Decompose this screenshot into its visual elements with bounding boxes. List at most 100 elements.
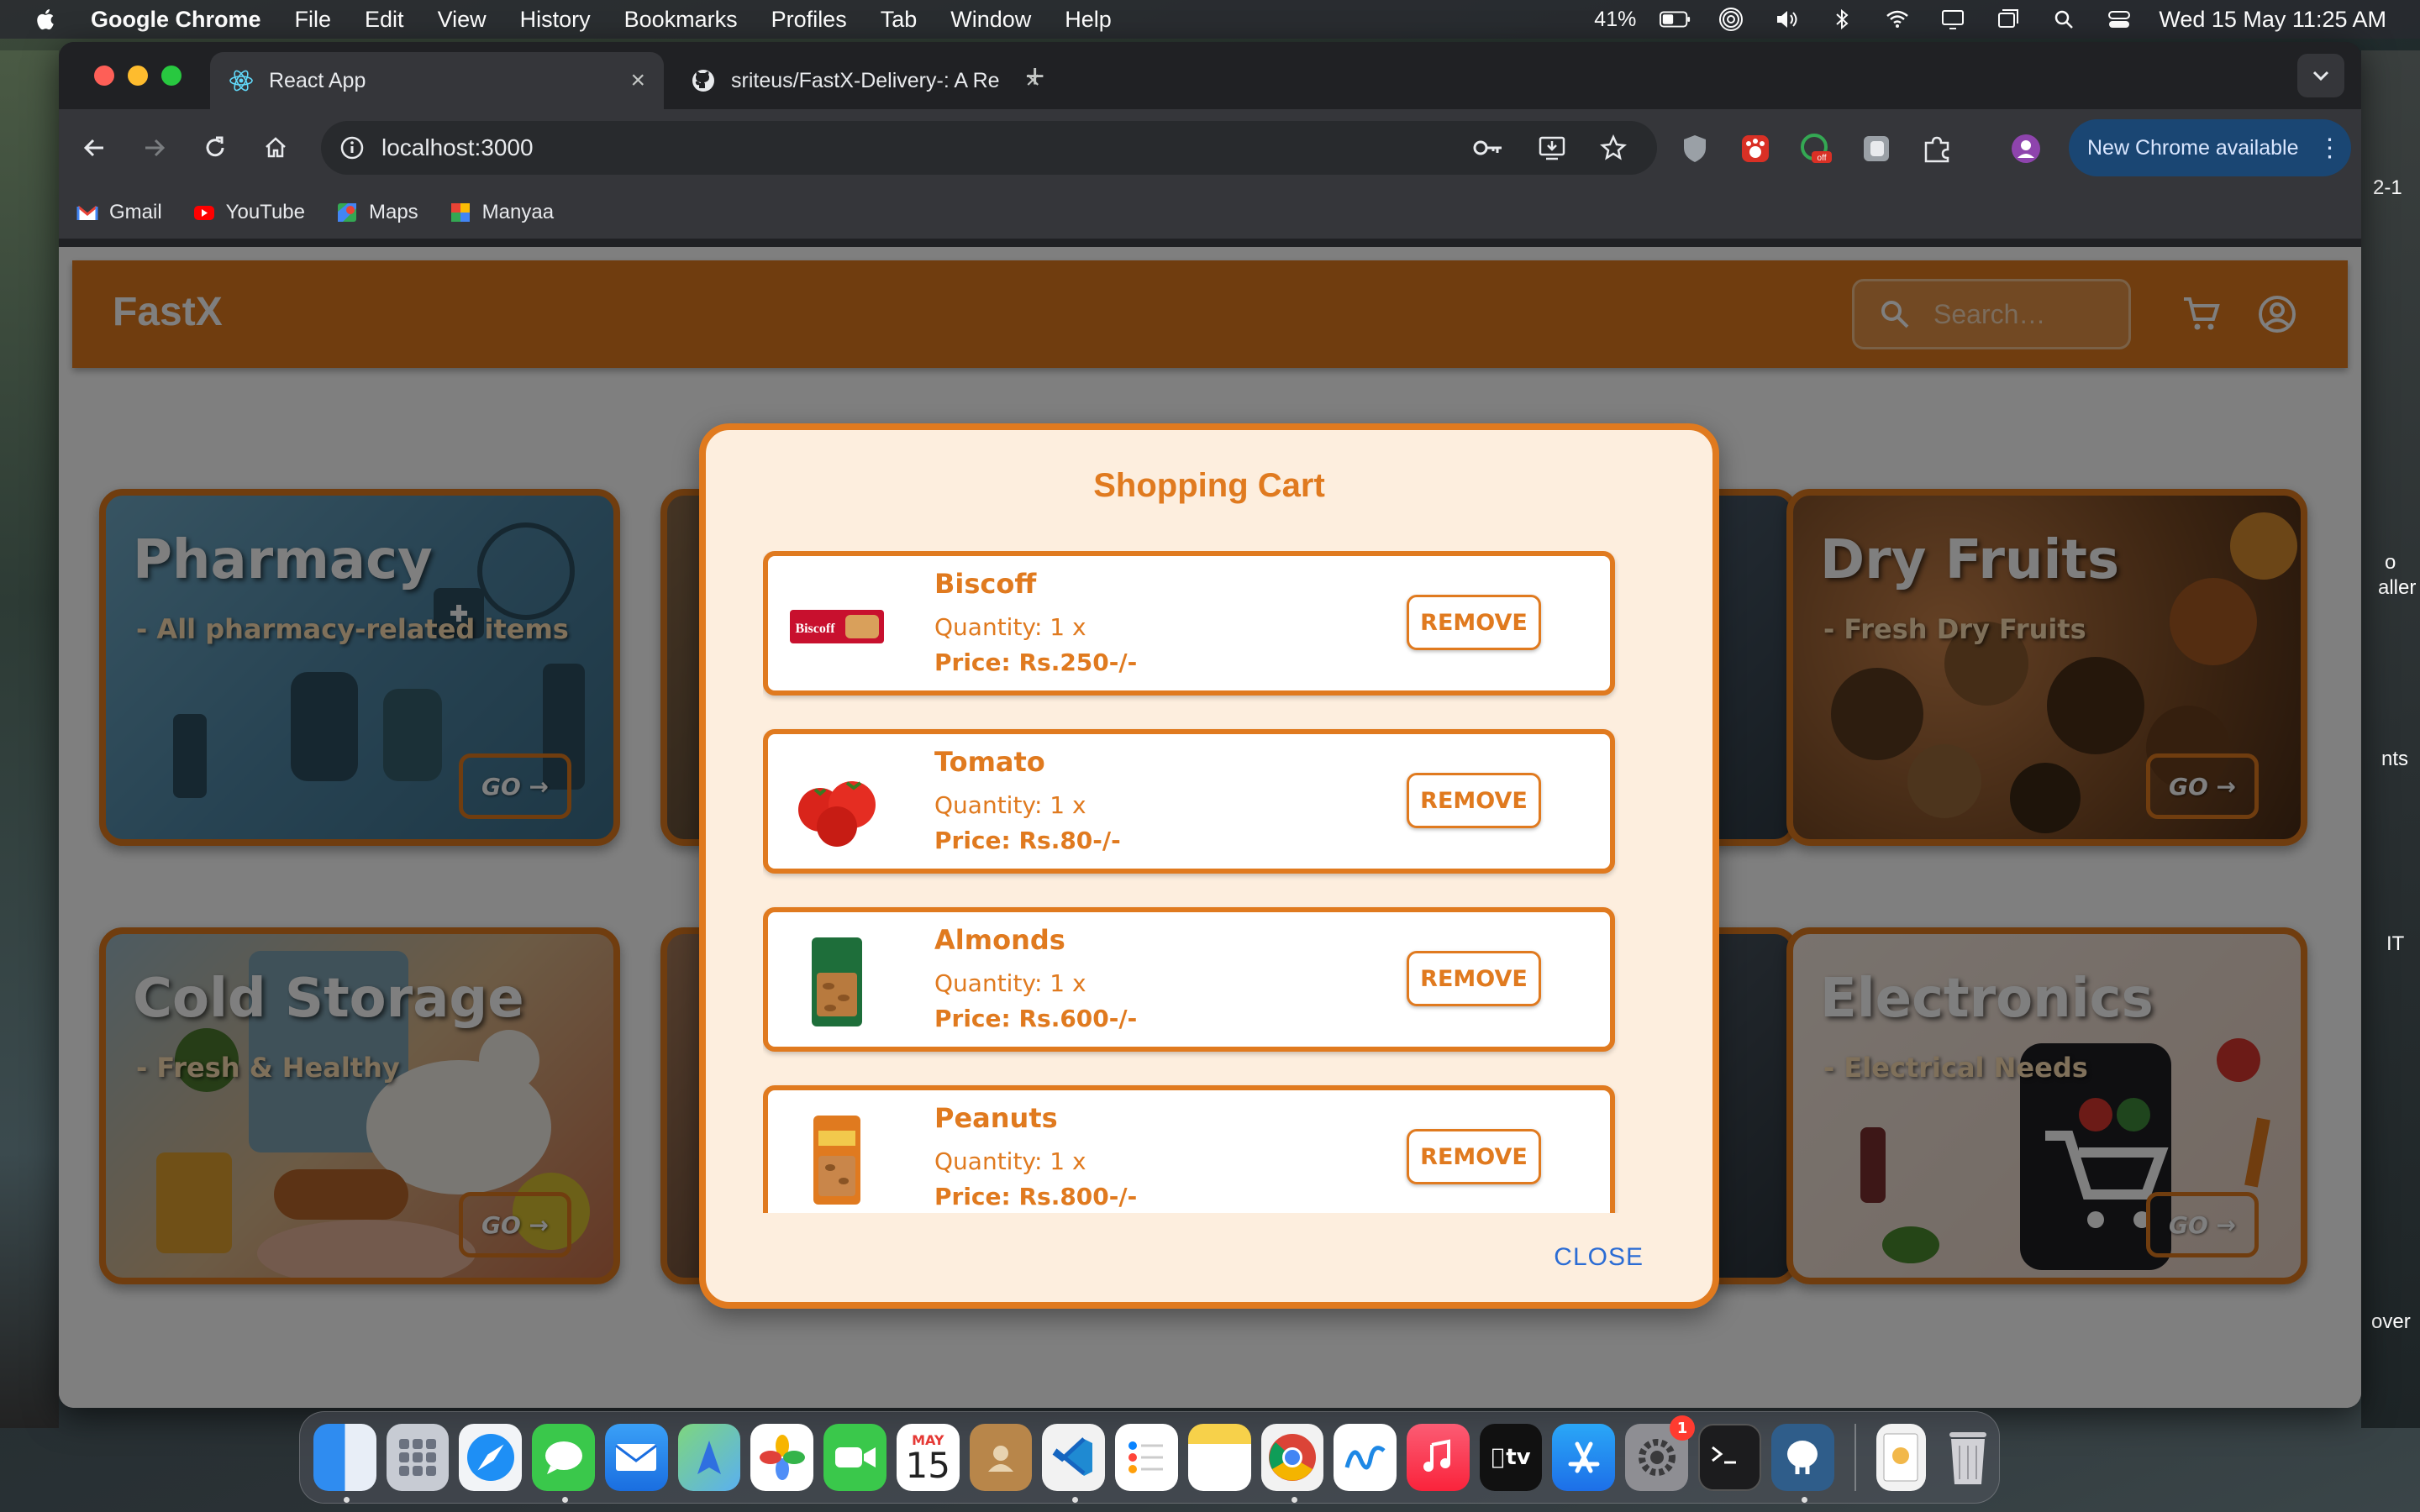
spotlight-search-icon[interactable] (2048, 7, 2080, 32)
chrome-icon[interactable] (1260, 1424, 1324, 1503)
menu-edit[interactable]: Edit (365, 7, 404, 33)
tab-github-repo[interactable]: sriteus/FastX-Delivery-: A Re × (672, 52, 1059, 109)
arrow-right-icon (145, 139, 166, 157)
password-key-icon[interactable] (1472, 134, 1504, 161)
menubar-app-name[interactable]: Google Chrome (91, 7, 261, 33)
cart-item: Almonds Quantity: 1 x Price: Rs.600-/- R… (763, 907, 1615, 1052)
calendar-icon[interactable]: MAY 15 (896, 1424, 960, 1491)
menu-window[interactable]: Window (950, 7, 1031, 33)
contacts-icon[interactable] (969, 1424, 1033, 1491)
forward-button[interactable] (139, 133, 170, 163)
menubar-clock[interactable]: Wed 15 May 11:25 AM (2159, 7, 2386, 33)
back-button[interactable] (79, 133, 109, 163)
svg-text:Biscoff: Biscoff (795, 622, 835, 636)
minimize-window-button[interactable] (128, 66, 148, 86)
menu-profiles[interactable]: Profiles (771, 7, 847, 33)
bookmark-label: Maps (368, 201, 418, 223)
macos-dock: MAY15 tv 1 (299, 1411, 2000, 1504)
paw-extension-icon[interactable] (1739, 133, 1771, 165)
reminders-icon[interactable] (1115, 1424, 1178, 1491)
extensions-puzzle-icon[interactable] (1921, 133, 1953, 165)
menu-view[interactable]: View (438, 7, 487, 33)
youtube-icon (193, 206, 214, 220)
close-window-button[interactable] (94, 66, 114, 86)
control-center-icon[interactable] (2103, 7, 2135, 32)
photos-icon[interactable] (750, 1424, 814, 1491)
facetime-icon[interactable] (823, 1424, 886, 1491)
colorful-app-icon (450, 203, 470, 222)
battery-percent: 41% (1594, 7, 1637, 31)
menu-help[interactable]: Help (1065, 7, 1112, 33)
bookmark-gmail[interactable]: Gmail (76, 201, 162, 224)
airdrop-icon[interactable] (1715, 7, 1747, 32)
remove-button[interactable]: REMOVE (1407, 1129, 1541, 1184)
install-app-icon[interactable] (1538, 134, 1566, 161)
arrow-left-icon (83, 139, 103, 157)
address-bar[interactable]: localhost:3000 (321, 121, 1657, 175)
bookmark-maps[interactable]: Maps (335, 201, 418, 224)
battery-icon[interactable] (1660, 7, 1691, 32)
chrome-update-button[interactable]: New Chrome available ⋮ (2069, 119, 2351, 176)
remove-button[interactable]: REMOVE (1407, 951, 1541, 1006)
apple-logo-icon[interactable] (34, 7, 59, 32)
remove-button[interactable]: REMOVE (1407, 595, 1541, 650)
trash-icon[interactable] (1936, 1424, 1999, 1491)
close-tab-icon[interactable]: × (630, 66, 645, 95)
menu-history[interactable]: History (520, 7, 591, 33)
cart-item-list[interactable]: Biscoff Biscoff Quantity: 1 x Price: Rs.… (763, 551, 1620, 1213)
notes-icon[interactable] (1187, 1424, 1251, 1491)
tracker-off-extension-icon[interactable]: off (1800, 133, 1832, 165)
menu-file[interactable]: File (295, 7, 332, 33)
maps-app-icon[interactable] (677, 1424, 741, 1491)
vscode-icon[interactable] (1042, 1424, 1106, 1503)
mail-icon[interactable] (604, 1424, 668, 1491)
terminal-icon[interactable] (1697, 1424, 1761, 1491)
volume-icon[interactable] (1770, 7, 1802, 32)
apple-tv-icon[interactable]: tv (1479, 1424, 1543, 1491)
bluetooth-icon[interactable] (1826, 7, 1858, 32)
home-icon (266, 137, 286, 158)
tab-strip: React App × sriteus/FastX-Delivery-: A R… (59, 42, 2361, 109)
apple-tv-label: tv (1499, 1445, 1530, 1470)
tab-title: React App (269, 68, 366, 92)
screen-mirroring-icon[interactable] (1937, 7, 1969, 32)
cart-item: Biscoff Biscoff Quantity: 1 x Price: Rs.… (763, 551, 1615, 696)
launchpad-icon[interactable] (386, 1424, 450, 1491)
bookmark-manyaa[interactable]: Manyaa (449, 201, 554, 224)
close-dialog-button[interactable]: CLOSE (1554, 1243, 1644, 1272)
music-icon[interactable] (1407, 1424, 1470, 1491)
new-tab-button[interactable]: + (1025, 60, 1044, 93)
system-settings-icon[interactable]: 1 (1625, 1415, 1695, 1491)
postgres-elephant-icon[interactable] (1770, 1424, 1834, 1503)
home-button[interactable] (260, 133, 291, 163)
site-info-icon[interactable] (339, 135, 365, 160)
tab-react-app[interactable]: React App × (210, 52, 664, 109)
wifi-icon[interactable] (1881, 7, 1913, 32)
profile-avatar-icon[interactable] (2010, 133, 2042, 165)
zoom-window-button[interactable] (161, 66, 182, 86)
sql-file-icon[interactable] (1876, 1424, 1927, 1491)
bookmark-youtube[interactable]: YouTube (192, 201, 305, 224)
macos-menubar: Google Chrome File Edit View History Boo… (0, 0, 2420, 39)
stage-manager-icon[interactable] (1992, 7, 2024, 32)
menu-bookmarks[interactable]: Bookmarks (624, 7, 738, 33)
shield-extension-icon[interactable] (1679, 133, 1711, 165)
browser-toolbar: localhost:3000 off New Chrome available … (59, 109, 2361, 186)
maps-icon (337, 203, 356, 222)
item-price: Price: Rs.250-/- (934, 648, 1138, 676)
app-store-icon[interactable] (1552, 1424, 1616, 1491)
freeform-icon[interactable] (1334, 1424, 1397, 1491)
safari-icon[interactable] (459, 1424, 523, 1491)
hand-extension-icon[interactable] (1860, 133, 1892, 165)
remove-button[interactable]: REMOVE (1407, 773, 1541, 828)
menu-tab[interactable]: Tab (881, 7, 918, 33)
bookmark-star-icon[interactable] (1600, 134, 1627, 161)
tab-search-button[interactable] (2297, 54, 2344, 97)
kebab-menu-icon[interactable]: ⋮ (2317, 134, 2343, 163)
messages-icon[interactable] (532, 1424, 595, 1503)
item-name: Tomato (934, 746, 1045, 778)
finder-icon[interactable] (313, 1424, 376, 1503)
item-price: Price: Rs.80-/- (934, 827, 1121, 854)
reload-button[interactable] (200, 133, 230, 163)
url-text[interactable]: localhost:3000 (381, 134, 534, 161)
